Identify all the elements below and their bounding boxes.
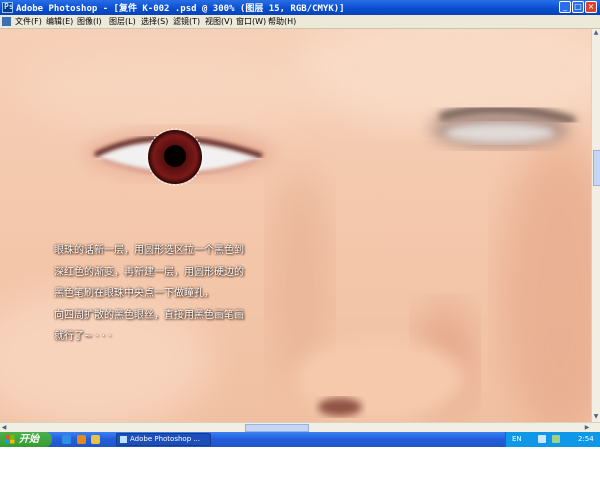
menu-view[interactable]: 视图(V)	[205, 16, 233, 27]
annotation-line: 向四周扩散的黑色眼丝，直接用黑色画笔画	[54, 309, 244, 321]
network-icon[interactable]	[552, 435, 560, 443]
annotation-line: 就行了~ · · ·	[54, 331, 112, 342]
menu-file[interactable]: 文件(F)	[15, 16, 42, 27]
windows-flag-icon	[5, 435, 15, 444]
start-button[interactable]: 开始	[0, 432, 52, 447]
taskbar-photoshop-button[interactable]: Adobe Photoshop ...	[116, 433, 211, 446]
system-tray: EN 2:54	[505, 432, 600, 447]
page-background	[0, 447, 600, 477]
ie-icon[interactable]	[62, 435, 71, 444]
scroll-up-icon[interactable]: ▲	[592, 29, 600, 37]
face-photo	[0, 29, 591, 422]
menu-filter[interactable]: 滤镜(T)	[173, 16, 200, 27]
document-canvas[interactable]: 眼珠的话新一层，用圆形选区拉一个黑色到 深红色的渐变，再新建一层，用圆形硬边的 …	[0, 29, 591, 422]
vertical-scrollbar[interactable]: ▲ ▼	[591, 29, 600, 422]
annotation-line: 黑色笔刷在眼珠中央点一下做瞳孔，	[54, 288, 214, 299]
menu-select[interactable]: 选择(S)	[141, 16, 168, 27]
scroll-down-icon[interactable]: ▼	[592, 413, 600, 421]
title-bar: Ps Adobe Photoshop - [复件 K-002 .psd @ 30…	[0, 0, 600, 15]
horizontal-scroll-thumb[interactable]	[245, 424, 309, 432]
speaker-icon[interactable]	[538, 435, 546, 443]
menu-bar: 文件(F) 编辑(E) 图像(I) 图层(L) 选择(S) 滤镜(T) 视图(V…	[0, 15, 600, 29]
annotation-line: 眼珠的话新一层，用圆形选区拉一个黑色到	[54, 245, 244, 256]
minimize-button[interactable]: _	[559, 1, 571, 13]
scroll-left-icon[interactable]: ◀	[0, 423, 8, 432]
maximize-button[interactable]: □	[572, 1, 584, 13]
clock[interactable]: 2:54	[578, 435, 594, 443]
menu-help[interactable]: 帮助(H)	[268, 16, 296, 27]
photoshop-task-icon	[120, 436, 127, 443]
tutorial-annotation: 眼珠的话新一层，用圆形选区拉一个黑色到 深红色的渐变，再新建一层，用圆形硬边的 …	[54, 240, 294, 348]
start-label: 开始	[19, 434, 39, 445]
annotation-line: 深红色的渐变，再新建一层，用圆形硬边的	[54, 266, 244, 278]
vertical-scroll-thumb[interactable]	[593, 150, 600, 186]
horizontal-scrollbar[interactable]: ◀ ▶	[0, 422, 600, 432]
taskbar: 开始 Adobe Photoshop ... EN 2:54	[0, 432, 600, 447]
task-label: Adobe Photoshop ...	[130, 435, 201, 443]
menu-image[interactable]: 图像(I)	[77, 16, 102, 27]
close-button[interactable]: ×	[585, 1, 597, 13]
language-indicator[interactable]: EN	[512, 435, 522, 443]
photoshop-app-icon[interactable]: Ps	[2, 2, 14, 13]
media-icon[interactable]	[77, 435, 86, 444]
menu-layer[interactable]: 图层(L)	[109, 16, 136, 27]
window-title: Adobe Photoshop - [复件 K-002 .psd @ 300% …	[16, 4, 345, 14]
folder-icon[interactable]	[91, 435, 100, 444]
document-icon[interactable]	[2, 17, 11, 26]
menu-window[interactable]: 窗口(W)	[236, 16, 266, 27]
menu-edit[interactable]: 编辑(E)	[46, 16, 73, 27]
scroll-right-icon[interactable]: ▶	[583, 423, 591, 432]
